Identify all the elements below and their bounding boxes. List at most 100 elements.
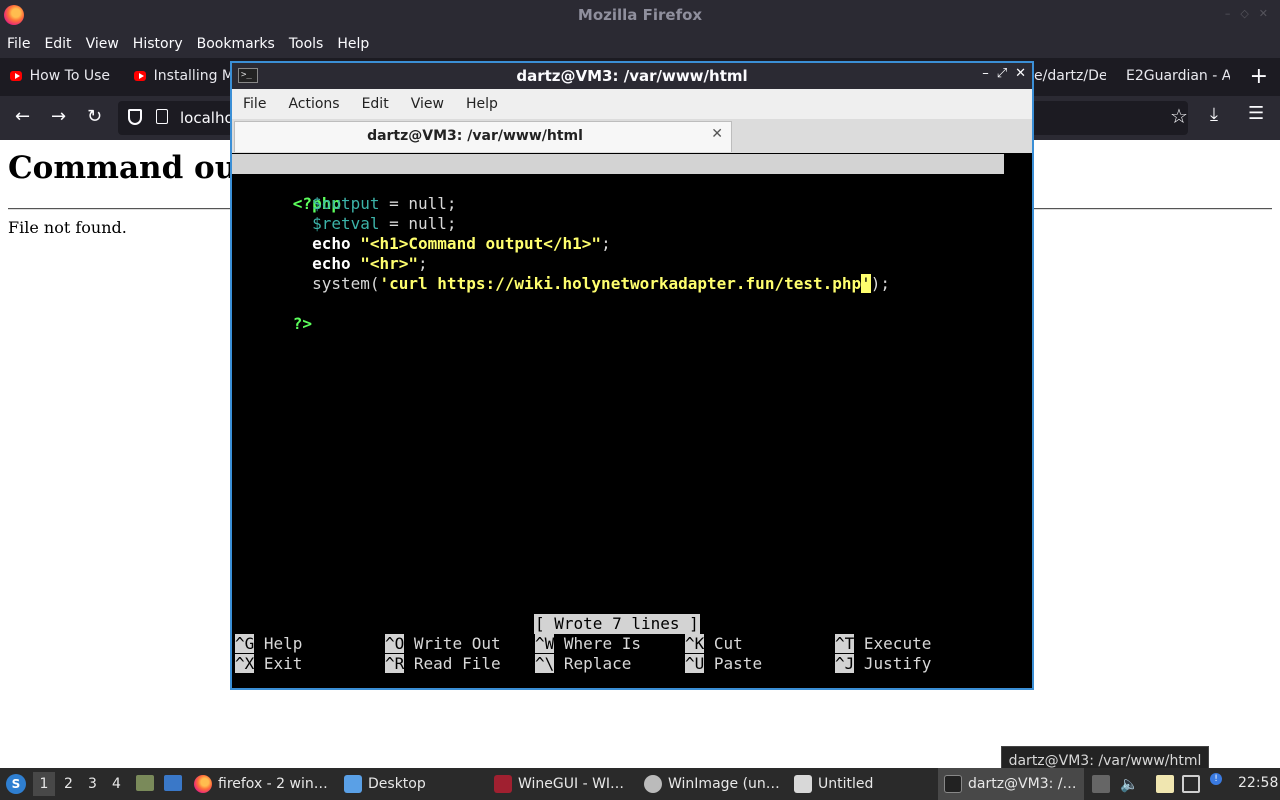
shortcut-cut[interactable]: ^K Cut	[685, 634, 743, 654]
firefox-window-controls: – ◇ ✕	[1225, 7, 1268, 20]
minimize-icon[interactable]: –	[982, 66, 989, 81]
browser-tab[interactable]: e/dartz/De	[1034, 68, 1106, 84]
taskbar: S 1 2 3 4 firefox - 2 win… Desktop WineG…	[0, 768, 1280, 800]
minimize-icon[interactable]: –	[1225, 7, 1231, 20]
workspace-1[interactable]: 1	[33, 772, 55, 796]
code-line: system('curl https://wiki.holynetworkada…	[235, 274, 890, 294]
folder-icon	[344, 775, 362, 793]
clipboard-icon[interactable]	[1156, 775, 1174, 793]
task-label: dartz@VM3: /…	[968, 776, 1077, 792]
task-desktop[interactable]: Desktop	[344, 768, 484, 800]
task-label: Desktop	[368, 776, 426, 792]
menu-edit[interactable]: Edit	[44, 36, 71, 52]
new-tab-button[interactable]: +	[1250, 64, 1268, 89]
file-manager-icon[interactable]	[136, 775, 154, 791]
task-winegui[interactable]: WineGUI - WI…	[494, 768, 634, 800]
code-line: echo "<h1>Command output</h1>";	[235, 234, 611, 254]
workspace-2[interactable]: 2	[64, 776, 73, 792]
terminal-menu-edit[interactable]: Edit	[362, 96, 389, 112]
shortcut-write-out[interactable]: ^O Write Out	[385, 634, 501, 654]
maximize-icon[interactable]: ◇	[1240, 7, 1248, 20]
browser-tab[interactable]: How To Use	[10, 68, 110, 84]
terminal-menu-view[interactable]: View	[411, 96, 444, 112]
nano-header-bar: GNU nano 6.2 execute.php	[232, 154, 1004, 213]
maximize-icon[interactable]: ⤢	[997, 66, 1007, 81]
clock[interactable]: 22:58	[1238, 775, 1278, 791]
shortcut-execute[interactable]: ^T Execute	[835, 634, 931, 654]
firefox-titlebar: Mozilla Firefox – ◇ ✕	[0, 0, 1280, 30]
youtube-icon	[10, 71, 22, 81]
terminal-titlebar[interactable]: >_ dartz@VM3: /var/www/html – ⤢ ✕	[232, 63, 1032, 89]
shortcut-where-is[interactable]: ^W Where Is	[535, 634, 641, 654]
forward-arrow-icon[interactable]: →	[51, 106, 66, 127]
shortcut-exit[interactable]: ^X Exit	[235, 654, 302, 674]
task-terminal[interactable]: dartz@VM3: /…	[938, 768, 1084, 800]
download-icon[interactable]: ⤓	[1210, 104, 1218, 125]
terminal-menu-actions[interactable]: Actions	[288, 96, 339, 112]
back-arrow-icon[interactable]: ←	[15, 106, 30, 127]
eject-icon[interactable]	[1092, 775, 1110, 793]
reload-icon[interactable]: ↻	[87, 106, 102, 127]
menu-file[interactable]: File	[7, 36, 30, 52]
task-winimage[interactable]: WinImage (un…	[644, 768, 784, 800]
browser-tab[interactable]: Installing M	[134, 68, 234, 84]
menu-view[interactable]: View	[86, 36, 119, 52]
workspace-3[interactable]: 3	[88, 776, 97, 792]
close-icon[interactable]: ✕	[1259, 7, 1268, 20]
page-info-icon[interactable]	[156, 109, 168, 124]
menu-history[interactable]: History	[133, 36, 183, 52]
tab-label: e/dartz/De	[1034, 68, 1106, 84]
workspace-4[interactable]: 4	[112, 776, 121, 792]
code-variable: $output	[312, 194, 380, 213]
shortcut-read-file[interactable]: ^R Read File	[385, 654, 501, 674]
close-icon[interactable]: ✕	[1015, 66, 1026, 81]
network-icon[interactable]	[1182, 775, 1200, 793]
volume-icon[interactable]: 🔈	[1120, 775, 1139, 793]
update-notification-icon[interactable]: !	[1210, 773, 1222, 785]
tab-close-icon[interactable]: ✕	[711, 126, 723, 142]
menu-help[interactable]: Help	[337, 36, 369, 52]
code-line: echo "<hr>";	[235, 254, 428, 274]
terminal-screen[interactable]: GNU nano 6.2 execute.php <?php $output =…	[232, 153, 1032, 688]
shortcut-help[interactable]: ^G Help	[235, 634, 302, 654]
task-untitled[interactable]: Untitled	[794, 768, 934, 800]
tab-label: How To Use	[29, 68, 110, 84]
shield-icon[interactable]	[128, 109, 142, 125]
terminal-tab[interactable]: dartz@VM3: /var/www/html ✕	[234, 121, 732, 152]
nano-shortcuts-row: ^X Exit ^R Read File ^\ Replace ^U Paste…	[235, 654, 931, 674]
code-function: system(	[312, 274, 380, 293]
terminal-menu-help[interactable]: Help	[466, 96, 498, 112]
menu-bookmarks[interactable]: Bookmarks	[197, 36, 275, 52]
task-firefox[interactable]: firefox - 2 win…	[194, 768, 334, 800]
disk-image-icon	[644, 775, 662, 793]
terminal-menubar: File Actions Edit View Help	[232, 89, 1032, 119]
show-desktop-icon[interactable]	[164, 775, 182, 791]
url-text[interactable]: localho	[180, 109, 234, 127]
terminal-window[interactable]: >_ dartz@VM3: /var/www/html – ⤢ ✕ File A…	[230, 61, 1034, 690]
shortcut-paste[interactable]: ^U Paste	[685, 654, 762, 674]
code-text: = null;	[379, 194, 457, 213]
terminal-menu-file[interactable]: File	[243, 96, 266, 112]
code-text: ;	[418, 254, 428, 273]
terminal-icon	[944, 775, 962, 793]
shortcut-key: ^W	[535, 634, 555, 653]
shortcut-label: Execute	[863, 634, 932, 653]
code-string: "<hr>"	[360, 254, 419, 273]
shortcut-key: ^J	[835, 654, 855, 673]
shortcut-replace[interactable]: ^\ Replace	[535, 654, 631, 674]
shortcut-label: Justify	[863, 654, 932, 673]
hamburger-menu-icon[interactable]: ☰	[1248, 103, 1264, 124]
shortcut-label: Cut	[713, 634, 743, 653]
shortcut-key: ^R	[385, 654, 405, 673]
shortcut-label: Paste	[713, 654, 763, 673]
start-menu-icon[interactable]: S	[6, 774, 26, 794]
menu-tools[interactable]: Tools	[289, 36, 324, 52]
browser-tab[interactable]: E2Guardian - A	[1126, 68, 1230, 84]
shortcut-justify[interactable]: ^J Justify	[835, 654, 931, 674]
terminal-tabbar: dartz@VM3: /var/www/html ✕	[232, 119, 1032, 153]
shortcut-key: ^G	[235, 634, 255, 653]
bookmark-star-icon[interactable]: ☆	[1170, 104, 1188, 128]
firefox-menubar: File Edit View History Bookmarks Tools H…	[0, 30, 1280, 58]
code-text: = null;	[379, 214, 457, 233]
code-line: ?>	[235, 294, 312, 333]
